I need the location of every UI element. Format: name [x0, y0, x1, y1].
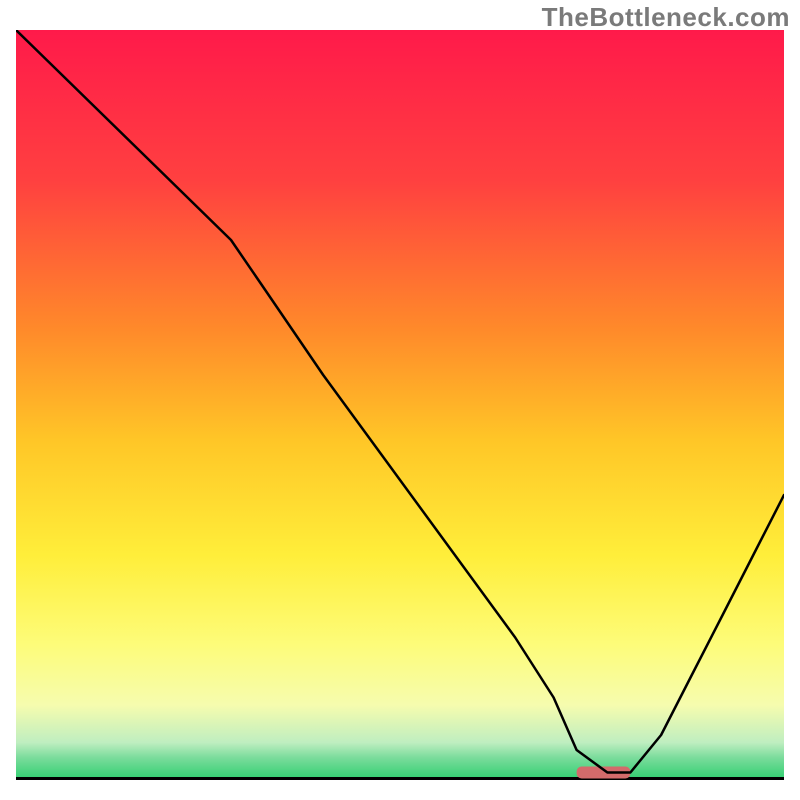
watermark-text: TheBottleneck.com [542, 2, 790, 33]
plot-area [16, 30, 784, 780]
chart-svg [16, 30, 784, 780]
bottleneck-chart: TheBottleneck.com [0, 0, 800, 800]
x-axis-baseline [16, 777, 784, 780]
